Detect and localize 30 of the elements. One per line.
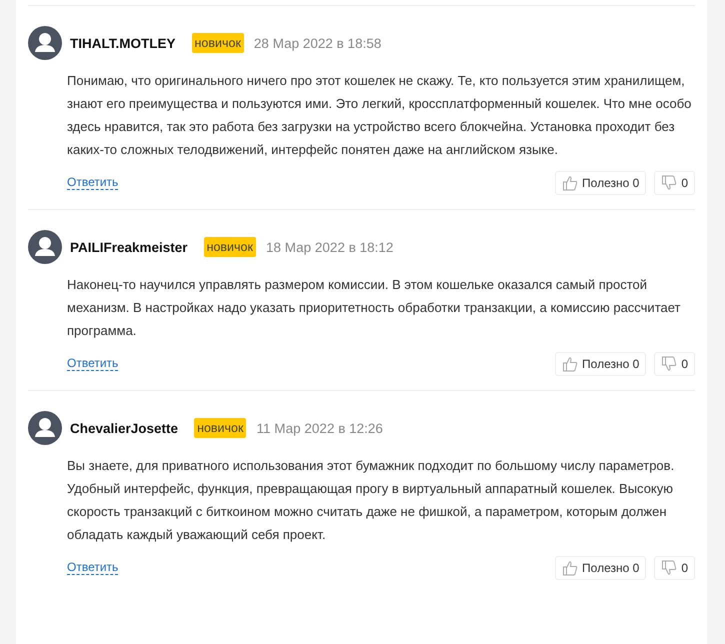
thumbs-up-icon xyxy=(562,560,578,576)
comment-text: Вы знаете, для приватного использования этот бумажник подходит по большому числу параметров. Удобный интерфейс, функция, превращающая прогу в виртуальный аппаратный кошелек. Высокую скорость транзакций с биткоином можно считать даже не фишкой, а параметром, которым должен обладать каждый уважающий себя проект. xyxy=(67,457,676,544)
rank-badge: новичок xyxy=(194,418,246,438)
useful-button[interactable]: Полезно 0 xyxy=(555,171,646,195)
comment-date: 28 Мар 2022 в 18:58 xyxy=(254,36,382,50)
reply-link[interactable]: Ответить xyxy=(67,561,118,575)
useful-button[interactable]: Полезно 0 xyxy=(555,352,646,376)
rank-badge: новичок xyxy=(204,237,256,257)
reply-link[interactable]: Ответить xyxy=(67,357,118,371)
useful-button[interactable]: Полезно 0 xyxy=(555,556,646,580)
reply-link[interactable]: Ответить xyxy=(67,176,118,190)
author-name: PAILIFreakmeister xyxy=(70,240,188,254)
author-name: ChevalierJosette xyxy=(70,420,178,436)
thumbs-down-icon xyxy=(661,175,678,191)
comment-text: Понимаю, что оригинального ничего про этот кошелек не скажу. Те, кто пользуется этим хранилищем, знают его преимущества и пользуются ими. Это легкий, кроссплатформенный кошелек. Что мне особо здесь нравится, так это работа без загрузки на устройство всего блокчейна. Установка проходит без каких-то сложных телодвижений, интерфейс понятен даже на английском языке. xyxy=(67,72,692,159)
avatar-icon xyxy=(28,411,62,445)
comment-date: 18 Мар 2022 в 18:12 xyxy=(266,240,394,254)
comment-text: Наконец-то научился управлять размером комиссии. В этом кошельке оказался самый простой механизм. В настройках надо указать приоритетность обработки транзакции, а комиссию рассчитает программа. xyxy=(67,276,682,340)
thumbs-down-icon xyxy=(661,560,678,576)
dislike-button[interactable]: 0 xyxy=(654,556,695,580)
avatar-icon xyxy=(28,230,62,264)
comment-date: 11 Мар 2022 в 12:26 xyxy=(256,420,383,436)
avatar-icon xyxy=(28,26,62,60)
dislike-button[interactable]: 0 xyxy=(654,171,695,195)
author-name: TIHALT.MOTLEY xyxy=(70,36,176,50)
thumbs-down-icon xyxy=(661,356,678,372)
rank-badge: новичок xyxy=(192,33,244,53)
thumbs-up-icon xyxy=(562,356,578,372)
dislike-button[interactable]: 0 xyxy=(654,352,695,376)
thumbs-up-icon xyxy=(562,175,578,191)
